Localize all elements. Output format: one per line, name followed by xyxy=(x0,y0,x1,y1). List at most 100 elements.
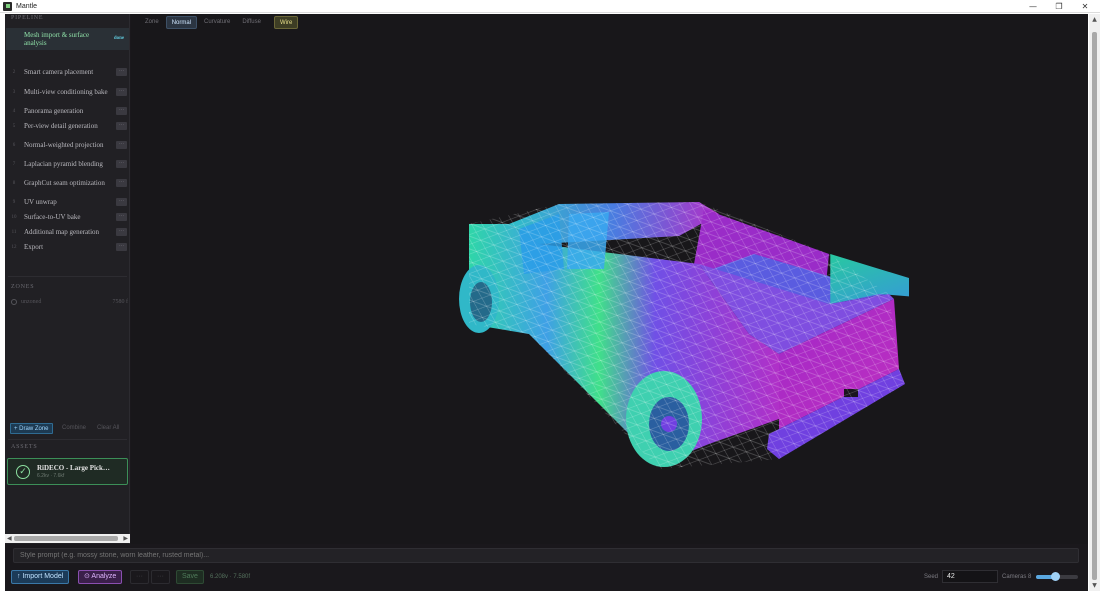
pipeline-step[interactable]: 10 Surface-to-UV bake ··· xyxy=(6,211,129,223)
draw-zone-button[interactable]: + Draw Zone xyxy=(10,423,53,434)
save-button[interactable]: Save xyxy=(176,570,204,584)
step-label: Export xyxy=(24,243,44,251)
scroll-right-icon[interactable]: ▶ xyxy=(123,534,128,543)
clear-all-button[interactable]: Clear All xyxy=(94,423,122,434)
pipeline-step[interactable]: 8 GraphCut seam optimization ··· xyxy=(6,172,129,194)
sidebar: PIPELINE Mesh import & surface analysis d… xyxy=(5,14,130,559)
scroll-left-icon[interactable]: ◀ xyxy=(7,534,12,543)
step-number: 8 xyxy=(12,180,16,186)
scroll-up-icon[interactable]: ▲ xyxy=(1089,16,1100,23)
tab-wire[interactable]: Wire xyxy=(273,16,299,29)
divider xyxy=(8,439,127,440)
tab-zone[interactable]: Zone xyxy=(140,16,164,29)
step-number: 12 xyxy=(11,244,17,250)
pipeline-step[interactable]: 3 Multi-view conditioning bake ··· xyxy=(6,81,129,103)
step-status-badge: ··· xyxy=(116,179,127,187)
step-number: 7 xyxy=(12,161,16,167)
step-status-badge: ··· xyxy=(116,68,127,76)
step-label: UV unwrap xyxy=(24,198,57,206)
step-label: Multi-view conditioning bake xyxy=(24,88,108,96)
close-button[interactable]: ✕ xyxy=(1072,0,1098,13)
step-status-badge: ··· xyxy=(116,198,127,206)
zone-count: 7580 f xyxy=(112,299,129,305)
asset-card[interactable]: ✓ RiDECO - Large Pick… 6.2kv · 7.6kf xyxy=(7,458,128,485)
seed-input[interactable]: 42 xyxy=(942,570,998,583)
pipeline-step[interactable]: 11 Additional map generation ··· xyxy=(6,226,129,238)
step-label: Normal-weighted projection xyxy=(24,141,104,149)
title-bar: Mantle xyxy=(0,0,1100,13)
step-label: GraphCut seam optimization xyxy=(24,179,105,187)
app-icon xyxy=(3,1,12,11)
step-status-badge: ··· xyxy=(116,88,127,96)
horizontal-scrollbar[interactable]: ◀ ▶ xyxy=(5,534,130,543)
pipeline-step[interactable]: Mesh import & surface analysis done xyxy=(6,28,129,50)
import-model-button[interactable]: ↑ Import Model xyxy=(11,570,70,584)
window-title: Mantle xyxy=(16,2,38,10)
tab-diffuse[interactable]: Diffuse xyxy=(237,16,266,29)
zones-heading: ZONES xyxy=(11,284,35,290)
mesh-stats: 6.208v · 7.580f xyxy=(210,574,251,580)
cameras-slider[interactable] xyxy=(1036,572,1078,581)
divider xyxy=(8,276,127,277)
scrollbar-thumb[interactable] xyxy=(1092,32,1097,580)
step-label: Surface-to-UV bake xyxy=(24,213,81,221)
pipeline-step[interactable]: 12 Export ··· xyxy=(6,241,129,253)
pipeline-step[interactable]: 5 Per-view detail generation ··· xyxy=(6,120,129,132)
disabled-button[interactable]: ··· xyxy=(151,570,170,584)
step-number: 10 xyxy=(11,214,17,220)
tab-curvature[interactable]: Curvature xyxy=(199,16,235,29)
3d-viewport[interactable]: Zone Normal Curvature Diffuse Wire xyxy=(131,14,1088,544)
zone-label: unzoned xyxy=(21,299,42,305)
pipeline-step[interactable]: 2 Smart camera placement ··· xyxy=(6,66,129,78)
cameras-label: Cameras 8 xyxy=(1002,574,1032,580)
scroll-down-icon[interactable]: ▼ xyxy=(1089,582,1100,589)
analyze-button[interactable]: ⊙ Analyze xyxy=(78,570,123,584)
bottom-bar: ↑ Import Model ⊙ Analyze ··· ··· Save 6.… xyxy=(5,544,1088,591)
step-status-badge: ··· xyxy=(116,122,127,130)
step-status-badge: ··· xyxy=(116,228,127,236)
step-label: Panorama generation xyxy=(24,107,84,115)
step-status-badge: ··· xyxy=(116,107,127,115)
step-number: 3 xyxy=(12,89,16,95)
pipeline-step[interactable]: 6 Normal-weighted projection ··· xyxy=(6,134,129,156)
step-label: Mesh import & surface analysis xyxy=(24,31,90,47)
step-label: Laplacian pyramid blending xyxy=(24,160,103,168)
slider-knob[interactable] xyxy=(1050,572,1060,581)
style-prompt-input[interactable] xyxy=(13,548,1079,563)
asset-meta: 6.2kv · 7.6kf xyxy=(37,473,65,479)
pipeline-step[interactable]: 9 UV unwrap ··· xyxy=(6,196,129,208)
step-number: 11 xyxy=(11,229,17,235)
truck-model[interactable] xyxy=(449,184,909,484)
step-label: Additional map generation xyxy=(24,228,100,236)
step-status-badge: ··· xyxy=(116,160,127,168)
pipeline-step[interactable]: 7 Laplacian pyramid blending ··· xyxy=(6,158,129,170)
minimize-button[interactable]: — xyxy=(1020,0,1046,13)
scrollbar-thumb[interactable] xyxy=(14,536,118,541)
step-label: Smart camera placement xyxy=(24,68,94,76)
step-number: 4 xyxy=(12,108,16,114)
asset-name: RiDECO - Large Pick… xyxy=(37,464,110,472)
vertical-scrollbar[interactable]: ▲ ▼ xyxy=(1089,14,1100,591)
tab-normal[interactable]: Normal xyxy=(165,16,198,29)
combine-button[interactable]: Combine xyxy=(59,423,89,434)
step-status-badge: ··· xyxy=(116,213,127,221)
seed-label: Seed xyxy=(924,574,939,580)
step-number: 6 xyxy=(12,142,16,148)
zone-item[interactable]: unzoned 7580 f xyxy=(11,299,128,305)
step-number: 2 xyxy=(12,69,16,75)
step-status-badge: done xyxy=(113,36,125,41)
assets-heading: ASSETS xyxy=(11,444,38,450)
app-window: PIPELINE Mesh import & surface analysis d… xyxy=(5,14,1088,591)
step-number: 9 xyxy=(12,199,16,205)
check-icon: ✓ xyxy=(16,464,30,479)
restore-button[interactable]: ❐ xyxy=(1046,0,1072,13)
step-label: Per-view detail generation xyxy=(24,122,98,130)
pipeline-step[interactable]: 4 Panorama generation ··· xyxy=(6,105,129,117)
disabled-button[interactable]: ··· xyxy=(130,570,149,584)
step-status-badge: ··· xyxy=(116,141,127,149)
step-number: 5 xyxy=(12,123,16,129)
pipeline-heading: PIPELINE xyxy=(11,15,44,21)
view-mode-tabs: Zone Normal Curvature Diffuse Wire xyxy=(140,16,299,29)
radio-icon xyxy=(11,299,17,305)
step-status-badge: ··· xyxy=(116,243,127,251)
